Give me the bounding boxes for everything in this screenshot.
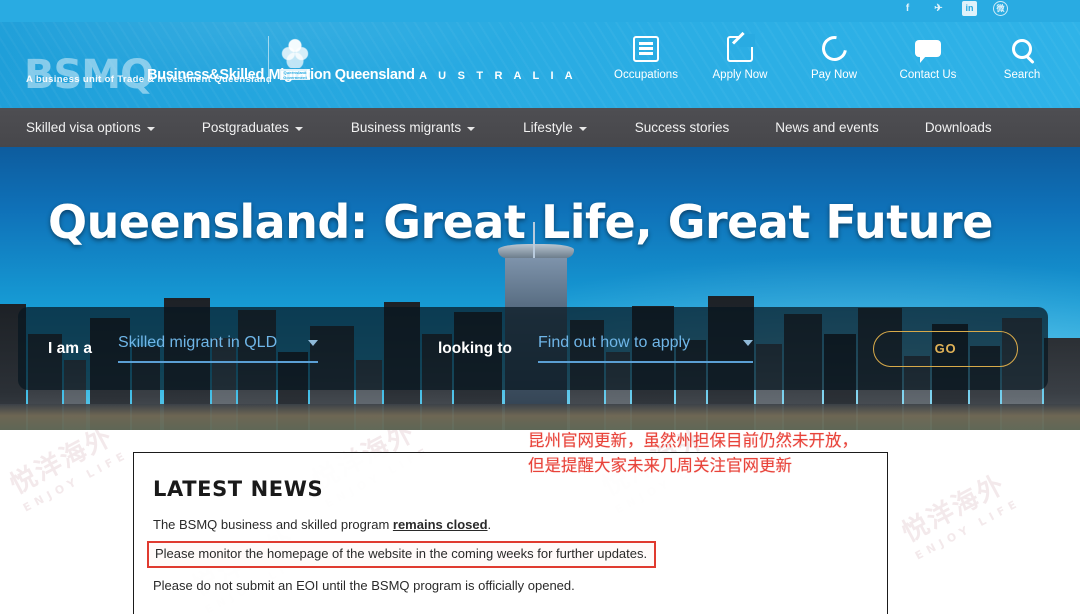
nav-label: Downloads [924, 120, 992, 135]
header-quick-links: Occupations Apply Now Pay Now Contact Us… [612, 31, 1056, 81]
quick-link-pay-now[interactable]: Pay Now [800, 31, 868, 81]
annotation-line-1: 昆州官网更新，虽然州担保目前仍然未开放， [528, 431, 858, 450]
quick-link-label: Apply Now [712, 69, 768, 81]
list-box-icon [632, 34, 661, 63]
watermark-cn: 悦洋海外 [897, 469, 1011, 549]
nav-label: Lifestyle [523, 120, 573, 135]
news-line-1-prefix: The BSMQ business and skilled program [153, 517, 393, 532]
weibo-icon[interactable]: 微 [993, 1, 1008, 16]
pencil-box-icon [726, 33, 755, 63]
nav-label: Postgraduates [201, 120, 289, 135]
quick-link-label: Occupations [614, 69, 678, 81]
news-highlighted-notice: Please monitor the homepage of the websi… [147, 541, 657, 568]
quick-link-occupations[interactable]: Occupations [612, 34, 680, 81]
chevron-down-icon [578, 126, 587, 131]
nav-label: Skilled visa options [26, 120, 141, 135]
crest-artwork [280, 36, 310, 68]
quick-link-label: Pay Now [810, 69, 858, 81]
news-line-1-emphasis: remains closed [392, 517, 488, 532]
persona-select[interactable]: Skilled migrant in QLD [117, 334, 318, 363]
nav-item-news-and-events[interactable]: News and events [775, 120, 879, 135]
watermark: 悦洋海外 ENJOY LIFE [3, 430, 131, 515]
chevron-down-icon [743, 340, 753, 346]
logo-line-3: A U S T R A L I A [419, 70, 577, 82]
chevron-down-icon [467, 126, 476, 131]
linkedin-icon[interactable]: in [962, 1, 977, 16]
nav-item-downloads[interactable]: Downloads [925, 120, 992, 135]
twitter-icon[interactable]: ✈ [931, 1, 946, 16]
main-navigation: Skilled visa options Postgraduates Busin… [0, 108, 1080, 147]
annotation-overlay: 昆州官网更新，虽然州担保目前仍然未开放， 但是提醒大家未来几周关注官网更新 [528, 428, 858, 478]
nav-item-postgraduates[interactable]: Postgraduates [202, 120, 303, 135]
quick-link-contact-us[interactable]: Contact Us [894, 34, 962, 81]
goal-select[interactable]: Find out how to apply [538, 334, 753, 363]
news-line-1: The BSMQ business and skilled program re… [153, 512, 865, 537]
watermark-en: ENJOY LIFE [912, 495, 1024, 563]
logo-divider [268, 36, 269, 84]
watermark-en: ENJOY LIFE [20, 447, 132, 515]
chevron-down-icon [146, 126, 155, 131]
hero-title: Queensland: Great Life, Great Future [48, 195, 993, 249]
quick-link-apply-now[interactable]: Apply Now [706, 33, 774, 81]
nav-item-skilled-visa-options[interactable]: Skilled visa options [26, 120, 155, 135]
news-line-1-suffix: . [487, 517, 492, 532]
ground-strip [0, 404, 1080, 430]
watermark-cn: 悦洋海外 [5, 430, 119, 501]
facebook-icon[interactable]: f [900, 1, 915, 16]
nav-label: News and events [775, 120, 879, 135]
page-title: LATEST NEWS [153, 477, 324, 501]
chevron-down-icon [294, 126, 303, 131]
queensland-crest-icon: Queensland Government [278, 36, 312, 84]
nav-label: Business migrants [350, 120, 462, 135]
coin-icon [816, 31, 852, 66]
crest-caption: Queensland Government [280, 69, 310, 80]
nav-item-business-migrants[interactable]: Business migrants [350, 120, 476, 135]
search-prefix-label: I am a [48, 339, 92, 357]
social-strip: f ✈ in 微 [0, 0, 1080, 22]
quick-link-label: Contact Us [899, 69, 957, 81]
quick-link-label: Search [1003, 69, 1041, 81]
hero-banner: Queensland: Great Life, Great Future I a… [0, 147, 1080, 430]
persona-select-value: Skilled migrant in QLD [117, 334, 278, 351]
chat-bubble-icon [914, 34, 943, 63]
go-button[interactable]: GO [873, 330, 1018, 367]
logo-tagline: A business unit of Trade & Investment Qu… [26, 74, 273, 85]
search-icon [1008, 34, 1037, 63]
chevron-down-icon [307, 340, 318, 346]
nav-item-success-stories[interactable]: Success stories [635, 120, 730, 135]
search-middle-label: looking to [437, 339, 512, 357]
quick-link-search[interactable]: Search [988, 34, 1056, 81]
nav-label: Success stories [634, 120, 730, 135]
annotation-line-2: 但是提醒大家未来几周关注官网更新 [528, 456, 792, 475]
nav-item-lifestyle[interactable]: Lifestyle [523, 120, 587, 135]
news-line-3: Please do not submit an EOI until the BS… [153, 578, 575, 593]
goal-select-value: Find out how to apply [538, 334, 691, 351]
social-links: f ✈ in 微 [900, 1, 1008, 16]
watermark: 悦洋海外 ENJOY LIFE [895, 461, 1023, 562]
hero-search-panel: I am a Skilled migrant in QLD looking to… [18, 307, 1048, 390]
